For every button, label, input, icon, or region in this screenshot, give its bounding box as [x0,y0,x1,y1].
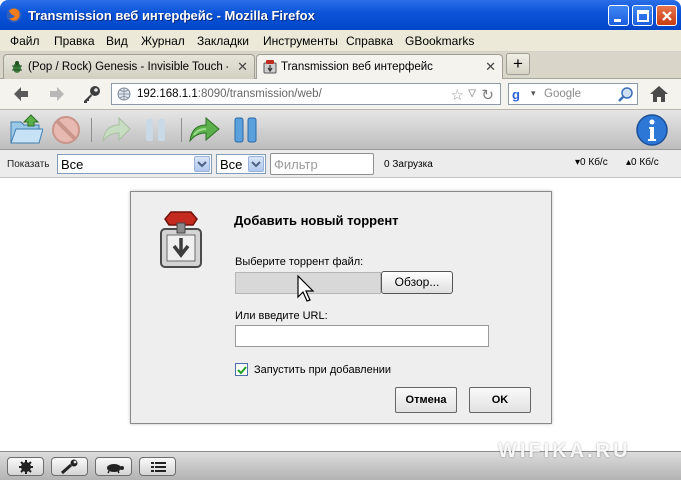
list-icon [151,462,166,472]
start-torrent-icon[interactable] [99,113,133,147]
toolbar-separator [181,118,182,142]
menu-bookmarks[interactable]: Закладки [197,34,249,48]
file-label: Выберите торрент файл: [235,256,364,268]
filter-input[interactable]: Фильтр [270,153,374,175]
address-bar[interactable]: 192.168.1.1:8090/transmission/web/ ☆ ▽ ↻ [111,83,501,105]
firefox-icon [6,7,22,23]
cancel-button[interactable]: Отмена [395,387,457,413]
tab-transmission[interactable]: Transmission веб интерфейс ✕ [256,54,503,80]
filter-placeholder: Фильтр [274,157,318,172]
window-titlebar: Transmission веб интерфейс - Mozilla Fir… [0,0,681,30]
start-all-icon[interactable] [188,113,222,147]
star-icon[interactable]: ☆ [451,86,464,104]
browse-button[interactable]: Обзор... [381,271,453,294]
autostart-label: Запустить при добавлении [254,364,392,376]
gear-icon [19,460,33,474]
navigation-bar: 192.168.1.1:8090/transmission/web/ ☆ ▽ ↻… [0,79,681,110]
menu-tools[interactable]: Инструменты [263,34,338,48]
preferences-button[interactable] [51,457,88,476]
open-torrent-icon[interactable] [9,113,43,147]
transmission-logo-icon [160,211,202,268]
download-speed: ▾0 Кб/с [575,157,608,168]
transfer-count: 0 Загрузка [384,159,433,170]
status-filter-select[interactable]: Все [57,154,212,174]
pause-torrent-icon[interactable] [139,113,173,147]
chevron-down-icon[interactable]: ▾ [531,88,536,99]
close-icon[interactable]: ✕ [237,59,248,75]
turtle-icon [107,464,124,474]
filter-bar: Показать Все Все Фильтр 0 Загрузка ▾0 Кб… [0,150,681,178]
upload-speed: ▴0 Кб/с [626,157,659,168]
tab-genesis[interactable]: (Pop / Rock) Genesis - Invisible Touch -… [3,54,255,79]
forward-arrow-icon[interactable] [45,83,69,105]
transmission-icon [263,60,277,74]
settings-button[interactable] [7,457,44,476]
tracker-filter-select[interactable]: Все [216,154,266,174]
remove-torrent-icon[interactable] [49,113,83,147]
home-icon[interactable] [648,83,670,105]
close-window-button[interactable] [656,5,677,26]
tab-label: (Pop / Rock) Genesis - Invisible Touch -… [28,61,228,73]
close-icon[interactable]: ✕ [485,59,496,75]
add-torrent-dialog: Добавить новый торрент Выберите торрент … [130,191,552,424]
tab-strip: (Pop / Rock) Genesis - Invisible Touch -… [0,52,681,80]
chevron-down-icon[interactable]: ▽ [468,88,476,99]
url-text: 192.168.1.1:8090/transmission/web/ [137,88,322,100]
menu-bar: Файл Правка Вид Журнал Закладки Инструме… [0,30,681,52]
compact-view-button[interactable] [139,457,176,476]
search-bar[interactable]: g ▾ Google [508,83,638,105]
torrent-url-input[interactable] [235,325,489,347]
chevron-down-icon[interactable] [248,156,264,172]
menu-gbookmarks[interactable]: GBookmarks [405,34,474,48]
turtle-mode-button[interactable] [95,457,132,476]
key-icon[interactable] [80,83,104,105]
window-title: Transmission веб интерфейс - Mozilla Fir… [28,8,315,23]
info-icon[interactable] [635,113,669,147]
watermark: WIFIKA.RU [498,440,631,462]
new-tab-button[interactable]: + [506,53,530,75]
bug-icon [12,61,22,73]
wrench-icon [61,459,78,475]
menu-edit[interactable]: Правка [54,34,95,48]
menu-history[interactable]: Журнал [141,34,185,48]
url-label: Или введите URL: [235,310,328,322]
maximize-button[interactable] [632,5,653,26]
pause-all-icon[interactable] [229,113,263,147]
show-label: Показать [7,159,50,170]
mouse-cursor-icon [297,275,315,302]
transmission-toolbar [0,110,681,150]
google-icon[interactable]: g [512,87,528,102]
menu-help[interactable]: Справка [346,34,393,48]
search-icon[interactable] [617,86,634,103]
dialog-title: Добавить новый торрент [234,213,399,228]
search-placeholder: Google [544,88,582,100]
minimize-button[interactable] [608,5,629,26]
menu-view[interactable]: Вид [106,34,128,48]
chevron-down-icon[interactable] [194,156,210,172]
tracker-filter-value: Все [220,157,243,172]
menu-file[interactable]: Файл [10,34,40,48]
toolbar-separator [91,118,92,142]
status-filter-value: Все [61,157,84,172]
globe-icon [117,87,131,101]
back-arrow-icon[interactable] [9,83,33,105]
reload-icon[interactable]: ↻ [481,86,494,104]
tab-label: Transmission веб интерфейс [281,61,433,73]
ok-button[interactable]: OK [469,387,531,413]
autostart-checkbox[interactable] [235,363,248,376]
